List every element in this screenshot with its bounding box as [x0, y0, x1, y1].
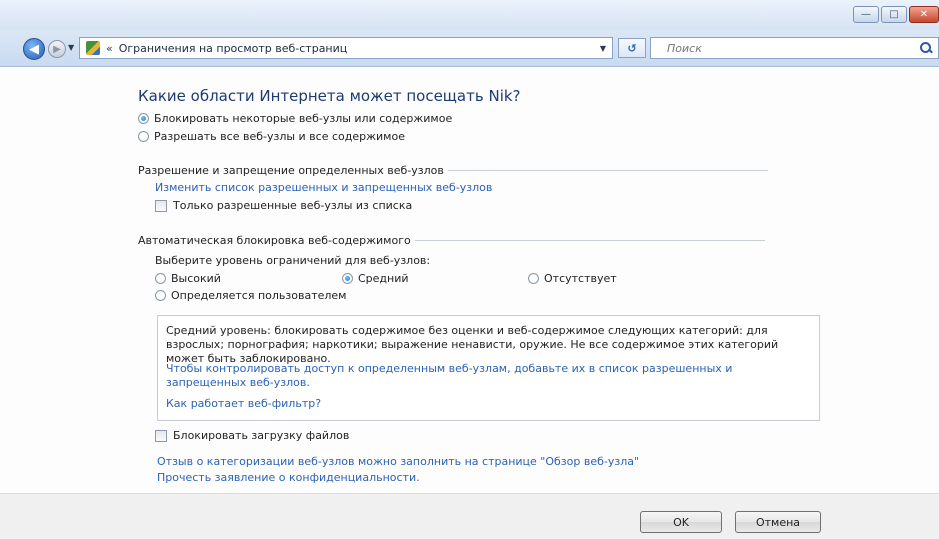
search-input[interactable]: [667, 41, 918, 55]
section-allow-block: Разрешение и запрещение определенных веб…: [138, 164, 768, 177]
radio-label[interactable]: Высокий: [171, 272, 221, 285]
radio-button-selected[interactable]: [138, 113, 149, 124]
address-dropdown-icon[interactable]: ▼: [600, 44, 606, 53]
control-panel-icon: [86, 41, 100, 55]
radio-button[interactable]: [155, 273, 166, 284]
radio-allow-all[interactable]: Разрешать все веб-узлы и все содержимое: [138, 130, 405, 143]
radio-level-custom[interactable]: Определяется пользователем: [155, 289, 346, 302]
only-allowed-checkbox-row[interactable]: Только разрешенные веб-узлы из списка: [155, 199, 412, 212]
breadcrumb-chevron-icon[interactable]: «: [106, 42, 113, 55]
refresh-icon: ↺: [627, 41, 637, 55]
level-description-box: Средний уровень: блокировать содержимое …: [157, 315, 820, 421]
edit-sites-list-link[interactable]: Изменить список разрешенных и запрещенны…: [155, 181, 492, 194]
minimize-button[interactable]: —: [853, 6, 879, 23]
address-bar[interactable]: « Ограничения на просмотр веб-страниц ▼: [79, 37, 613, 59]
restriction-level-prompt: Выберите уровень ограничений для веб-узл…: [155, 254, 431, 267]
radio-button[interactable]: [138, 131, 149, 142]
block-downloads-checkbox[interactable]: [155, 429, 167, 442]
radio-label[interactable]: Средний: [358, 272, 409, 285]
radio-level-medium[interactable]: Средний: [342, 272, 409, 285]
close-button[interactable]: ✕: [909, 6, 939, 23]
block-downloads-checkbox-row[interactable]: Блокировать загрузку файлов: [155, 429, 349, 442]
cancel-button[interactable]: Отмена: [735, 511, 821, 533]
parental-controls-window: — □ ✕ ◀ ▶ ▼ « Ограничения на просмотр ве…: [0, 0, 939, 539]
how-filter-works-link[interactable]: Как работает веб-фильтр?: [166, 397, 806, 411]
checkbox-label[interactable]: Блокировать загрузку файлов: [173, 429, 349, 442]
radio-button[interactable]: [528, 273, 539, 284]
control-access-link[interactable]: Чтобы контролировать доступ к определенн…: [166, 362, 806, 390]
maximize-button[interactable]: □: [881, 6, 907, 23]
title-bar: — □ ✕: [0, 0, 939, 30]
radio-button-selected[interactable]: [342, 273, 353, 284]
section-title: Разрешение и запрещение определенных веб…: [138, 164, 444, 177]
navigation-bar: ◀ ▶ ▼ « Ограничения на просмотр веб-стра…: [0, 30, 939, 67]
radio-label[interactable]: Блокировать некоторые веб-узлы или содер…: [154, 112, 452, 125]
only-allowed-checkbox[interactable]: [155, 199, 167, 212]
search-icon[interactable]: [918, 40, 934, 56]
page-title: Какие области Интернета может посещать N…: [138, 87, 521, 105]
site-review-feedback-link[interactable]: Отзыв о категоризации веб-узлов можно за…: [157, 455, 639, 468]
radio-level-none[interactable]: Отсутствует: [528, 272, 617, 285]
level-description: Средний уровень: блокировать содержимое …: [166, 324, 779, 365]
ok-button[interactable]: OK: [640, 511, 722, 533]
radio-label[interactable]: Определяется пользователем: [171, 289, 346, 302]
forward-arrow-icon: ▶: [53, 43, 61, 55]
window-controls: — □ ✕: [853, 6, 939, 23]
section-auto-block: Автоматическая блокировка веб-содержимог…: [138, 234, 765, 247]
main-content: Какие области Интернета может посещать N…: [0, 67, 939, 493]
section-divider: [414, 240, 765, 241]
dialog-footer: OK Отмена: [0, 493, 939, 539]
back-button[interactable]: ◀: [23, 38, 45, 60]
radio-block-some[interactable]: Блокировать некоторые веб-узлы или содер…: [138, 112, 452, 125]
checkbox-label[interactable]: Только разрешенные веб-узлы из списка: [173, 199, 412, 212]
forward-button[interactable]: ▶: [48, 40, 66, 58]
search-box[interactable]: [650, 37, 939, 59]
section-title: Автоматическая блокировка веб-содержимог…: [138, 234, 411, 247]
privacy-statement-link[interactable]: Прочесть заявление о конфиденциальности.: [157, 471, 420, 484]
radio-button[interactable]: [155, 290, 166, 301]
radio-level-high[interactable]: Высокий: [155, 272, 221, 285]
radio-label[interactable]: Отсутствует: [544, 272, 617, 285]
breadcrumb-current[interactable]: Ограничения на просмотр веб-страниц: [119, 42, 348, 55]
section-divider: [447, 170, 768, 171]
recent-pages-dropdown-icon[interactable]: ▼: [68, 43, 74, 52]
back-arrow-icon: ◀: [29, 41, 39, 57]
radio-label[interactable]: Разрешать все веб-узлы и все содержимое: [154, 130, 405, 143]
refresh-button[interactable]: ↺: [618, 38, 646, 58]
